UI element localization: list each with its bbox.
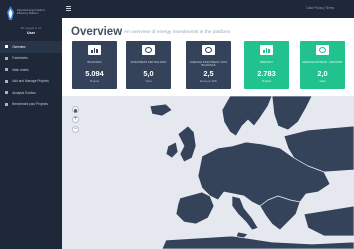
- sidebar-item-analysis-toolbox[interactable]: Analysis Toolbox: [0, 87, 62, 99]
- stat-card-industry: Industry 2.783 Projects: [244, 41, 289, 89]
- money-icon: [202, 45, 215, 55]
- sidebar-item-label: Main charts: [12, 67, 29, 72]
- home-icon: [5, 45, 9, 49]
- stat-card-average-payback-industry: Average Payback - Industry 2,0 Years: [300, 41, 345, 89]
- country-shape: [175, 191, 215, 225]
- country-shape: [177, 125, 197, 163]
- country-shape: [303, 205, 354, 237]
- card-label: Industry: [259, 61, 274, 64]
- brand-text: Data Exchange Platform Efficiency Platfo…: [17, 9, 46, 16]
- money-icon: [316, 45, 329, 55]
- sidebar-item-label: Factsheets: [12, 56, 28, 61]
- map-canvas: [149, 96, 354, 249]
- card-value: 5,0: [143, 69, 154, 78]
- card-value: 2,0: [317, 69, 328, 78]
- card-unit: Euros per kWh: [199, 80, 218, 83]
- user-caption: Be logged in as: [20, 26, 42, 30]
- country-shape: [259, 195, 301, 231]
- stat-card-average-investment-cost: Average Investment Cost Buildings 2,5 Eu…: [186, 41, 231, 89]
- map-home-button[interactable]: [72, 106, 79, 113]
- stat-card-investment-per-building: Investment Per Building 5,0 Years: [126, 41, 171, 89]
- chart-icon: [5, 68, 9, 72]
- sidebar-item-label: Benchmark your Projects: [12, 102, 48, 107]
- sidebar-item-label: Add and Manage Projects: [12, 79, 49, 84]
- country-shape: [165, 141, 179, 159]
- country-shape: [149, 103, 173, 117]
- card-unit: Projects: [89, 80, 100, 83]
- card-unit: Years: [145, 80, 152, 83]
- app-window: Data Exchange Platform Efficiency Platfo…: [0, 0, 354, 249]
- bar-chart-icon: [260, 45, 273, 55]
- zoom-out-button[interactable]: −: [72, 126, 79, 133]
- document-icon: [5, 56, 9, 60]
- zoom-in-button[interactable]: +: [72, 116, 79, 123]
- home-icon: [73, 108, 78, 113]
- card-unit: Projects: [261, 80, 272, 83]
- country-shape: [221, 96, 273, 137]
- sidebar-item-benchmark[interactable]: Benchmark your Projects: [0, 99, 62, 111]
- bar-chart-icon: [88, 45, 101, 55]
- brand-logo[interactable]: Data Exchange Platform Efficiency Platfo…: [6, 6, 60, 20]
- card-label: Average Investment Cost Buildings: [189, 61, 228, 67]
- folder-icon: [5, 79, 9, 83]
- hamburger-icon[interactable]: [66, 6, 71, 11]
- sidebar-item-manage-projects[interactable]: Add and Manage Projects: [0, 76, 62, 88]
- sidebar-item-label: Overview: [12, 44, 26, 49]
- card-label: Average Payback - Industry: [302, 61, 343, 64]
- card-value: 2,5: [203, 69, 214, 78]
- sidebar-item-overview[interactable]: Overview: [0, 41, 62, 53]
- sidebar-item-label: Analysis Toolbox: [12, 90, 36, 95]
- sidebar-item-factsheets[interactable]: Factsheets: [0, 53, 62, 65]
- card-label: Buildings: [87, 61, 102, 64]
- country-shape: [271, 96, 313, 131]
- page-title: Overview: [71, 26, 123, 38]
- gauge-icon: [5, 102, 9, 106]
- user-name[interactable]: User: [0, 31, 62, 35]
- europe-map[interactable]: + −: [62, 96, 354, 249]
- country-shape: [161, 235, 354, 249]
- card-label: Investment Per Building: [130, 61, 167, 64]
- card-value: 5.094: [85, 69, 104, 78]
- logo-icon: [7, 6, 14, 20]
- top-right-link[interactable]: Data Privacy Terms: [306, 6, 334, 10]
- money-icon: [142, 45, 155, 55]
- wrench-icon: [5, 91, 9, 95]
- card-value: 2.783: [257, 69, 276, 78]
- card-unit: Years: [319, 80, 326, 83]
- stat-card-buildings: Buildings 5.094 Projects: [72, 41, 117, 89]
- sidebar-item-main-charts[interactable]: Main charts: [0, 64, 62, 76]
- sidebar-nav: Overview Factsheets Main charts Add and …: [0, 41, 62, 110]
- sidebar: Data Exchange Platform Efficiency Platfo…: [0, 0, 62, 249]
- top-bar: Data Privacy Terms: [62, 0, 354, 18]
- page-subtitle: An overview of energy investments in the…: [124, 30, 231, 35]
